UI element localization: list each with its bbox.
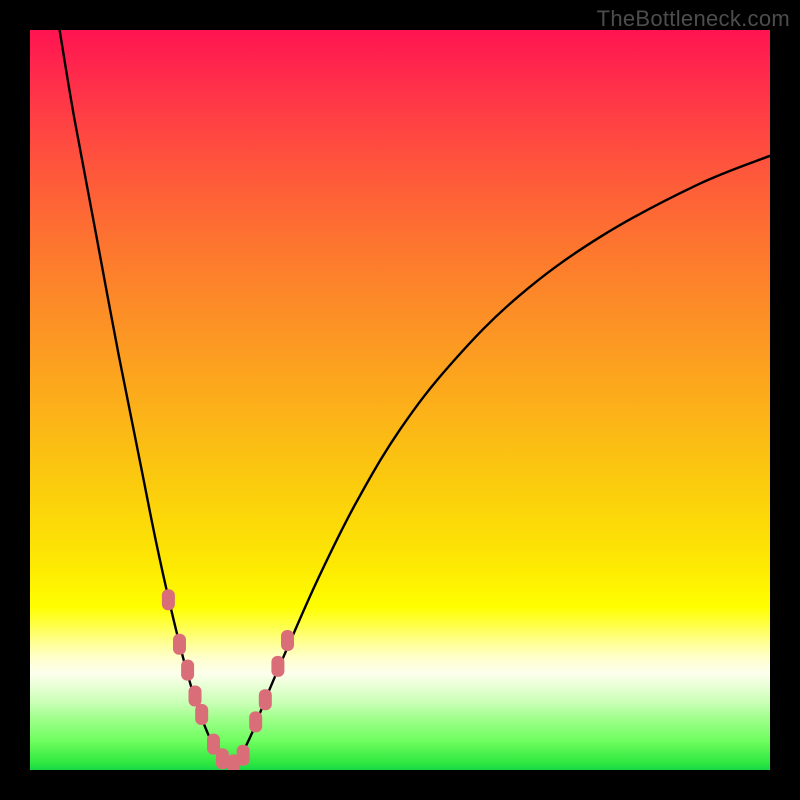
highlight-marker — [259, 689, 272, 710]
curves-svg — [30, 30, 770, 770]
highlight-marker — [281, 630, 294, 651]
chart-frame: TheBottleneck.com — [0, 0, 800, 800]
highlight-marker — [216, 748, 229, 769]
highlight-marker — [162, 589, 175, 610]
right-curve — [230, 156, 770, 770]
watermark-text: TheBottleneck.com — [597, 6, 790, 32]
highlight-marker — [195, 704, 208, 725]
highlight-marker — [271, 656, 284, 677]
highlight-marker — [237, 745, 250, 766]
highlight-marker — [181, 660, 194, 681]
left-curve — [60, 30, 230, 770]
plot-area — [30, 30, 770, 770]
highlight-marker — [249, 711, 262, 732]
highlight-marker — [189, 686, 202, 707]
highlight-marker — [173, 634, 186, 655]
curve-layer — [60, 30, 770, 770]
